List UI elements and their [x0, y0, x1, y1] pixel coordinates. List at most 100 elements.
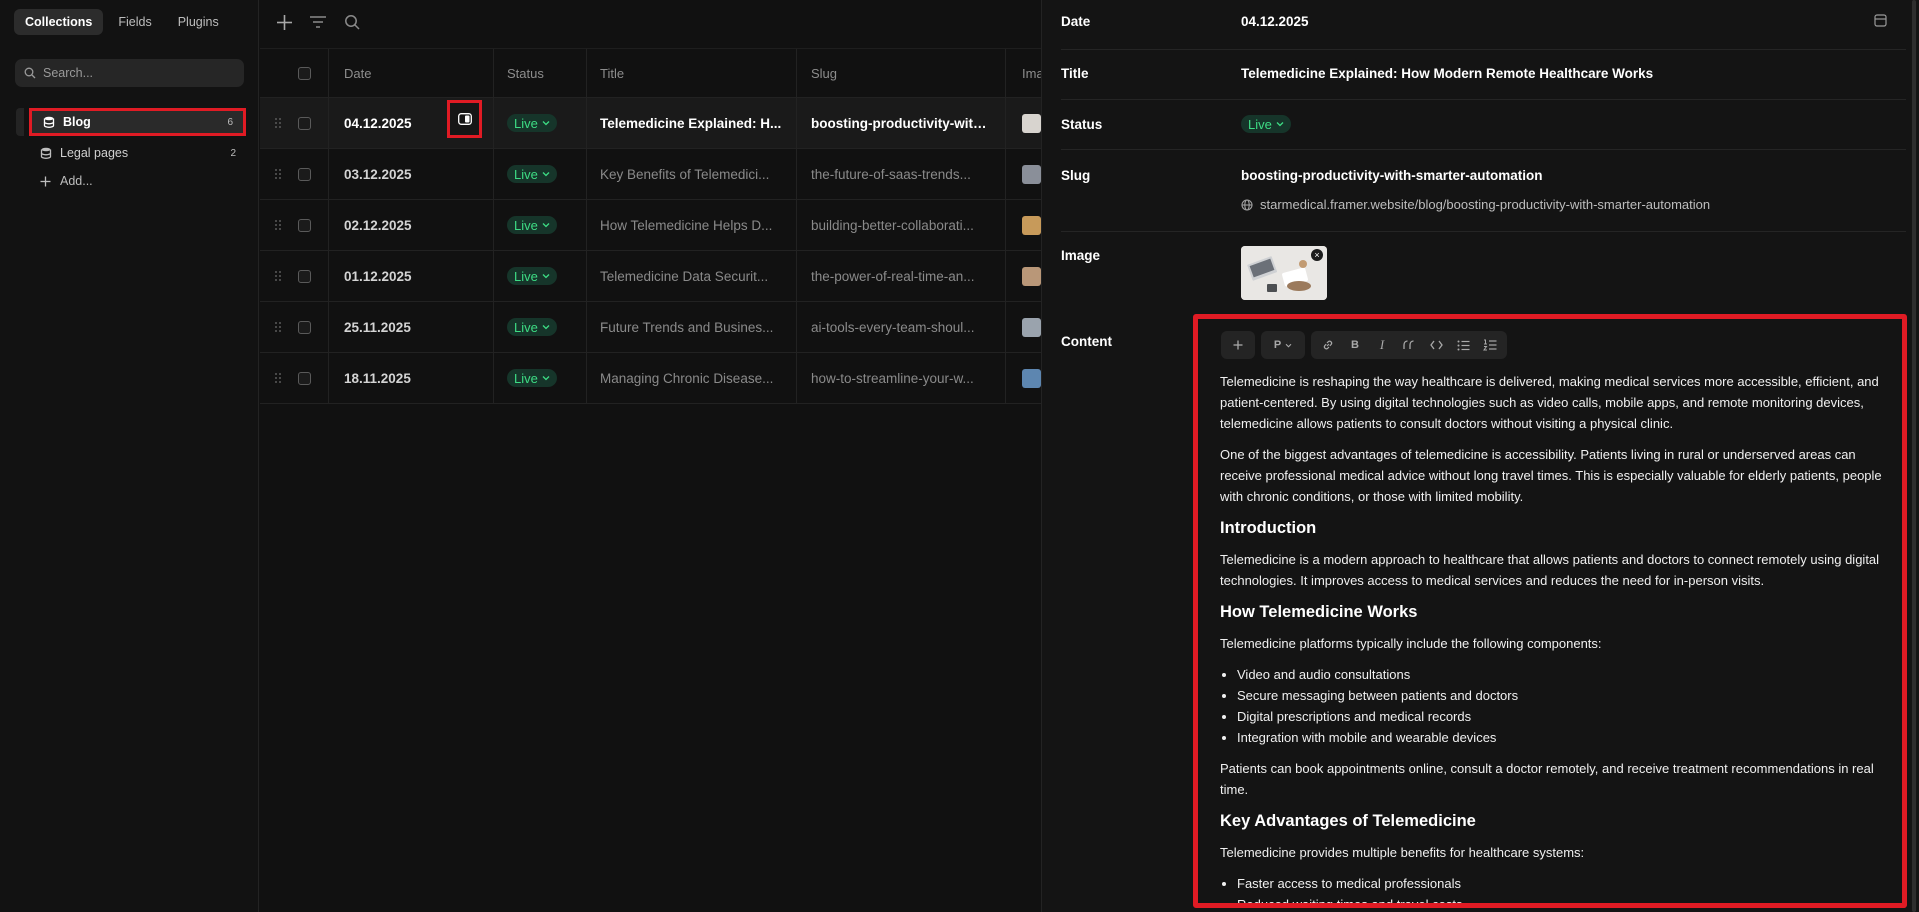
drag-handle-icon	[275, 322, 281, 332]
row-checkbox[interactable]	[298, 218, 311, 232]
plus-icon	[276, 14, 292, 30]
row-checkbox[interactable]	[298, 116, 311, 130]
column-header-slug[interactable]: Slug	[811, 49, 837, 97]
row-thumbnail	[1022, 164, 1041, 184]
table-row[interactable]: 03.12.2025 Live Key Benefits of Telemedici…	[260, 149, 1041, 200]
search-table-button[interactable]	[342, 10, 362, 34]
drag-handle-icon	[275, 271, 281, 281]
sidebar-tabs: Collections Fields Plugins	[14, 9, 230, 35]
row-date: 01.12.2025	[344, 268, 412, 284]
row-select-cell	[298, 98, 314, 148]
panel-scrollbar-thumb[interactable]	[1912, 0, 1916, 912]
row-select-cell	[298, 251, 314, 301]
content-editor[interactable]: P B I Telemedicine is reshaping the way …	[1193, 314, 1907, 908]
sidebar: Collections Fields Plugins Blog 6 Legal …	[0, 0, 259, 912]
field-label-image: Image	[1061, 248, 1101, 263]
drag-handle[interactable]	[274, 251, 286, 301]
field-label-date: Date	[1061, 14, 1091, 29]
table-row[interactable]: 02.12.2025 Live How Telemedicine Helps D..…	[260, 200, 1041, 251]
open-item-button[interactable]	[447, 100, 482, 138]
column-header-date[interactable]: Date	[344, 49, 371, 97]
editor-toolbar: P B I	[1221, 331, 1507, 359]
row-title-text: Telemedicine Explained: H...	[600, 115, 782, 131]
globe-icon	[1241, 198, 1253, 211]
chevron-down-icon	[542, 223, 550, 228]
editor-body[interactable]: Telemedicine is reshaping the way health…	[1220, 371, 1895, 903]
row-status-cell: Live	[507, 251, 557, 301]
status-badge[interactable]: Live	[507, 216, 557, 234]
row-slug: how-to-streamline-your-w...	[811, 353, 991, 403]
block-type-dropdown[interactable]: P	[1267, 334, 1299, 356]
link-button[interactable]	[1317, 334, 1339, 356]
status-badge[interactable]: Live	[507, 165, 557, 183]
select-all-checkbox[interactable]	[298, 66, 311, 80]
row-checkbox[interactable]	[298, 167, 311, 181]
row-slug-text: how-to-streamline-your-w...	[811, 370, 974, 386]
row-status-cell: Live	[507, 149, 557, 199]
insert-block-button[interactable]	[1227, 334, 1249, 356]
block-type-group: P	[1261, 331, 1305, 359]
status-badge[interactable]: Live	[507, 369, 557, 387]
field-status: Status Live	[1061, 100, 1906, 150]
status-dropdown[interactable]: Live	[1241, 115, 1291, 133]
status-badge[interactable]: Live	[507, 114, 557, 132]
italic-button[interactable]: I	[1371, 334, 1393, 356]
works-list: Video and audio consultations Secure mes…	[1237, 664, 1895, 748]
table-row[interactable]: 18.11.2025 Live Managing Chronic Disease..…	[260, 353, 1041, 404]
sidebar-item-label: Legal pages	[60, 146, 129, 160]
add-collection-button[interactable]: Add...	[40, 174, 93, 188]
code-button[interactable]	[1425, 334, 1447, 356]
remove-image-button[interactable]: ×	[1311, 249, 1323, 261]
page-url[interactable]: starmedical.framer.website/blog/boosting…	[1241, 197, 1710, 212]
drag-handle-icon	[275, 220, 281, 230]
image-preview[interactable]: ×	[1241, 246, 1327, 300]
list-item: Secure messaging between patients and do…	[1237, 685, 1895, 706]
column-header-status[interactable]: Status	[507, 49, 544, 97]
add-item-button[interactable]	[274, 10, 294, 34]
bullet-list-button[interactable]	[1452, 334, 1474, 356]
paragraph: Telemedicine platforms typically include…	[1220, 636, 1602, 651]
row-select-cell	[298, 200, 314, 250]
sidebar-item-legal-pages[interactable]: Legal pages 2	[29, 139, 246, 167]
sidebar-item-blog[interactable]: Blog 6	[29, 108, 246, 136]
field-slug: Slug boosting-productivity-with-smarter-…	[1061, 150, 1906, 232]
tab-fields[interactable]: Fields	[107, 9, 162, 35]
table-row[interactable]: 04.12.2025 Live Telemedicine Explained: H.…	[260, 98, 1041, 149]
search-input[interactable]	[43, 66, 223, 80]
date-value[interactable]: 04.12.2025	[1241, 14, 1309, 29]
drag-handle[interactable]	[274, 302, 286, 352]
block-type-value: P	[1273, 339, 1282, 351]
drag-handle[interactable]	[274, 353, 286, 403]
status-badge[interactable]: Live	[507, 267, 557, 285]
row-checkbox[interactable]	[298, 371, 311, 385]
field-title: Title Telemedicine Explained: How Modern…	[1061, 50, 1906, 100]
numbered-list-icon	[1483, 339, 1497, 351]
tab-collections[interactable]: Collections	[14, 9, 104, 35]
drag-handle[interactable]	[274, 200, 286, 250]
search-box	[15, 59, 244, 87]
numbered-list-button[interactable]	[1479, 334, 1501, 356]
add-collection-label: Add...	[60, 174, 93, 188]
row-checkbox[interactable]	[298, 269, 311, 283]
quote-button[interactable]	[1398, 334, 1420, 356]
status-label: Live	[514, 268, 538, 284]
row-title-text: How Telemedicine Helps D...	[600, 217, 773, 233]
column-header-title[interactable]: Title	[600, 49, 624, 97]
bold-button[interactable]: B	[1344, 334, 1366, 356]
title-input[interactable]: Telemedicine Explained: How Modern Remot…	[1241, 66, 1653, 81]
row-thumbnail	[1022, 317, 1041, 337]
tab-plugins[interactable]: Plugins	[167, 9, 230, 35]
column-header-image[interactable]: Ima	[1022, 49, 1041, 97]
drag-handle[interactable]	[274, 98, 286, 148]
field-label-title: Title	[1061, 66, 1089, 81]
status-badge[interactable]: Live	[507, 318, 557, 336]
paragraph: One of the biggest advantages of telemed…	[1220, 447, 1882, 504]
row-checkbox[interactable]	[298, 320, 311, 334]
drag-handle[interactable]	[274, 149, 286, 199]
slug-input[interactable]: boosting-productivity-with-smarter-autom…	[1241, 168, 1543, 183]
app-window: Collections Fields Plugins Blog 6 Legal …	[0, 0, 1919, 912]
table-row[interactable]: 01.12.2025 Live Telemedicine Data Securit.…	[260, 251, 1041, 302]
filter-button[interactable]	[308, 10, 328, 34]
table-row[interactable]: 25.11.2025 Live Future Trends and Busines.…	[260, 302, 1041, 353]
row-image	[1022, 251, 1041, 301]
